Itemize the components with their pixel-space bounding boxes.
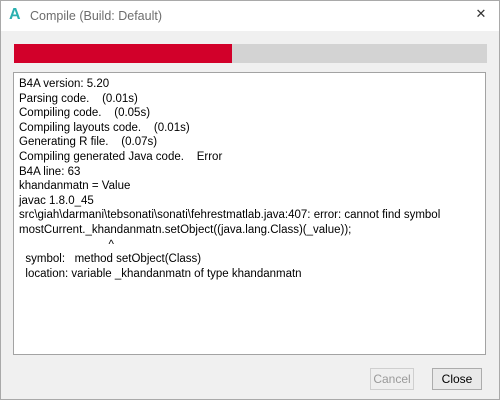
compile-dialog: A Compile (Build: Default) ✕ B4A version… [0, 0, 500, 400]
log-line: location: variable _khandanmatn of type … [19, 267, 302, 280]
log-line: Compiling generated Java code. Error [19, 150, 223, 163]
b4a-app-icon: A [9, 6, 21, 23]
log-line: src\giah\darmani\tebsonati\sonati\fehres… [19, 209, 441, 222]
log-line: Parsing code. (0.01s) [19, 92, 138, 105]
log-line: javac 1.8.0_45 [19, 194, 94, 207]
log-line: Generating R file. (0.07s) [19, 136, 158, 149]
log-line: khandanmatn = Value [19, 180, 131, 193]
window-title: Compile (Build: Default) [30, 9, 162, 23]
log-line: B4A version: 5.20 [19, 78, 110, 90]
log-line: mostCurrent._khandanmatn.setObject((java… [19, 223, 352, 236]
close-icon[interactable]: ✕ [473, 7, 489, 23]
log-line: Compiling code. (0.05s) [19, 107, 151, 120]
progress-fill [14, 44, 232, 63]
log-line: Compiling layouts code. (0.01s) [19, 121, 190, 134]
close-button[interactable]: Close [432, 368, 482, 390]
title-bar: A Compile (Build: Default) ✕ [1, 1, 499, 31]
log-line: B4A line: 63 [19, 165, 81, 178]
log-line: symbol: method setObject(Class) [19, 253, 202, 266]
log-line: ^ [19, 238, 114, 251]
compile-progress-bar [14, 44, 487, 63]
cancel-button[interactable]: Cancel [370, 368, 414, 390]
compile-log[interactable]: B4A version: 5.20 Parsing code. (0.01s) Co… [13, 72, 486, 355]
